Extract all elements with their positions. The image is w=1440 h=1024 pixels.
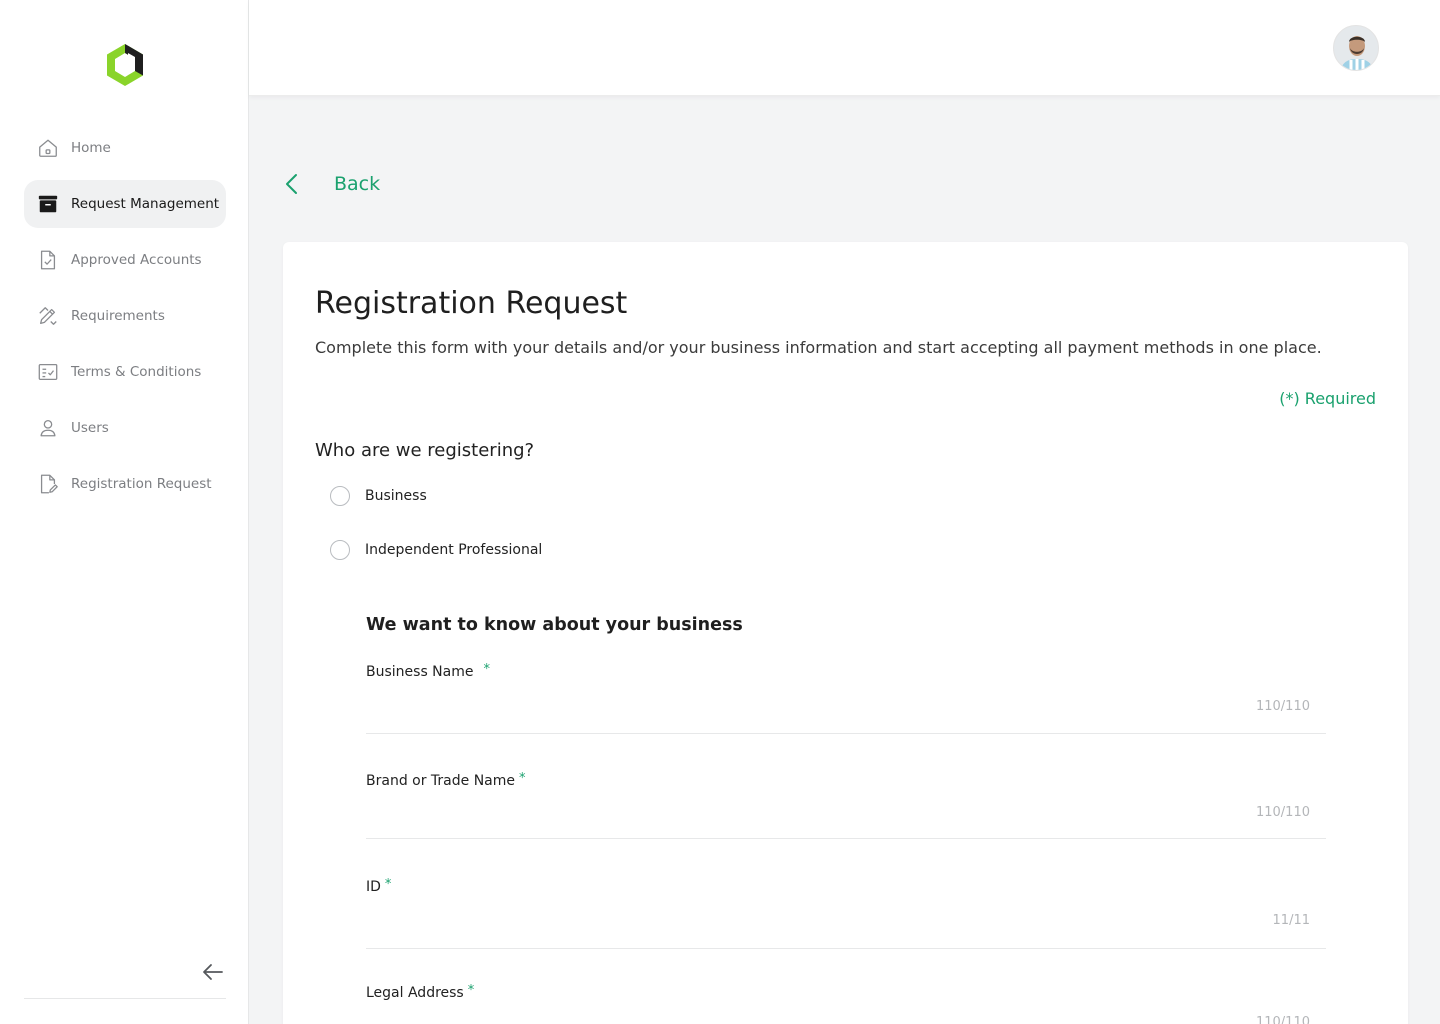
brand-name-input[interactable] <box>366 799 1326 839</box>
avatar[interactable] <box>1333 25 1379 71</box>
sidebar-item-request-management[interactable]: Request Management <box>24 180 226 228</box>
field-label-text: Legal Address <box>366 985 464 1001</box>
sidebar-item-label: Requirements <box>71 308 165 324</box>
sidebar-item-label: Registration Request <box>71 476 212 492</box>
field-label: Brand or Trade Name * <box>366 771 1326 789</box>
sidebar-item-label: Users <box>71 420 109 436</box>
field-label-text: Brand or Trade Name <box>366 773 516 789</box>
legal-address-input[interactable] <box>366 1009 1326 1024</box>
field-brand-name: Brand or Trade Name * 110/110 <box>366 771 1326 839</box>
sidebar-item-label: Request Management <box>71 196 220 212</box>
char-counter: 11/11 <box>1272 913 1310 928</box>
sidebar-item-requirements[interactable]: Requirements <box>24 292 226 340</box>
business-name-input[interactable] <box>366 694 1326 734</box>
required-mark: * <box>483 662 491 677</box>
sidebar-item-label: Terms & Conditions <box>71 364 202 380</box>
radio-circle[interactable] <box>330 540 350 560</box>
sidebar-item-approved-accounts[interactable]: Approved Accounts <box>24 236 226 284</box>
field-label: ID * <box>366 877 1326 895</box>
page-subtitle: Complete this form with your details and… <box>315 338 1322 357</box>
collapse-sidebar-button[interactable] <box>200 960 226 984</box>
section-title: We want to know about your business <box>366 615 743 635</box>
sidebar-divider <box>24 998 226 999</box>
user-avatar-icon <box>1334 26 1378 70</box>
radio-label: Business <box>365 488 427 504</box>
back-button[interactable]: Back <box>280 168 380 200</box>
field-legal-address: Legal Address * 110/110 <box>366 983 1326 1024</box>
sidebar-item-label: Home <box>71 140 111 156</box>
document-edit-icon <box>36 472 60 496</box>
id-input[interactable] <box>366 909 1326 949</box>
sidebar-item-registration-request[interactable]: Registration Request <box>24 460 226 508</box>
field-label: Business Name * <box>366 662 1326 680</box>
required-mark: * <box>384 877 392 892</box>
pencil-ruler-icon <box>36 304 60 328</box>
char-counter: 110/110 <box>1255 805 1310 820</box>
brand-logo[interactable] <box>104 42 146 88</box>
required-note: (*) Required <box>1279 389 1376 408</box>
radio-business[interactable]: Business <box>330 486 427 506</box>
sidebar-item-terms-conditions[interactable]: Terms & Conditions <box>24 348 226 396</box>
field-label: Legal Address * <box>366 983 1326 1001</box>
required-mark: * <box>467 983 475 998</box>
sidebar-item-label: Approved Accounts <box>71 252 202 268</box>
top-bar <box>249 0 1440 96</box>
checklist-icon <box>36 360 60 384</box>
field-label-text: Business Name <box>366 664 474 680</box>
logo-icon <box>107 44 143 86</box>
sidebar-item-home[interactable]: Home <box>24 124 226 172</box>
document-check-icon <box>36 248 60 272</box>
archive-box-icon <box>36 192 60 216</box>
home-icon <box>36 136 60 160</box>
field-label-text: ID <box>366 879 381 895</box>
radio-independent-professional[interactable]: Independent Professional <box>330 540 542 560</box>
back-label: Back <box>334 173 381 195</box>
page-title: Registration Request <box>315 286 628 321</box>
required-mark: * <box>519 771 526 786</box>
sidebar: Home Request Management Approved Account… <box>0 0 249 1024</box>
sidebar-nav: Home Request Management Approved Account… <box>24 124 226 516</box>
field-business-name: Business Name * 110/110 <box>366 662 1326 734</box>
user-icon <box>36 416 60 440</box>
chevron-left-icon <box>280 168 302 200</box>
registration-form-card: Registration Request Complete this form … <box>283 242 1408 1024</box>
radio-circle[interactable] <box>330 486 350 506</box>
sidebar-item-users[interactable]: Users <box>24 404 226 452</box>
arrow-left-icon <box>203 964 223 980</box>
field-id: ID * 11/11 <box>366 877 1326 949</box>
char-counter: 110/110 <box>1255 699 1310 714</box>
char-counter: 110/110 <box>1255 1015 1310 1024</box>
registration-type-question: Who are we registering? <box>315 440 535 461</box>
radio-label: Independent Professional <box>365 542 543 558</box>
